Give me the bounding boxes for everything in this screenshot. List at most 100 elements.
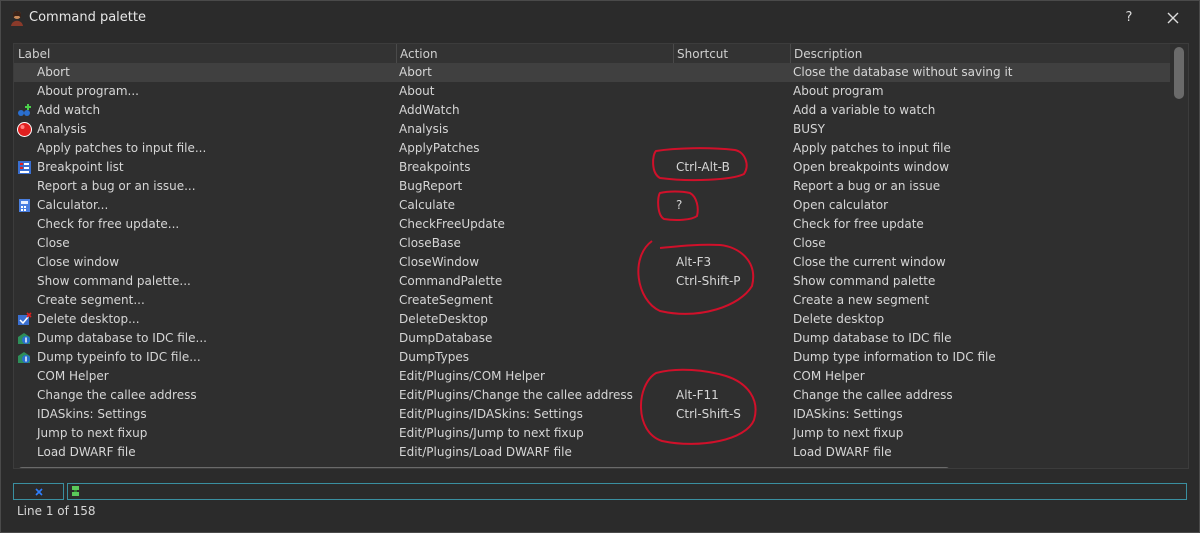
row-description: Open breakpoints window [793,160,950,174]
row-description: Check for free update [793,217,924,231]
clear-filter-button[interactable] [13,483,64,500]
row-description: Close the database without saving it [793,65,1013,79]
row-description: COM Helper [793,369,865,383]
row-action: Edit/Plugins/Jump to next fixup [399,426,584,440]
row-action: Calculate [399,198,456,212]
row-label: Report a bug or an issue... [37,179,196,193]
title-bar: Command palette ? [1,1,1199,35]
table-row[interactable]: IDASkins: Settings Edit/Plugins/IDASkins:… [14,405,1170,424]
table-row[interactable]: Dump database to IDC file... DumpDatabase… [14,329,1170,348]
dump-icon [17,331,32,346]
column-divider[interactable] [790,44,791,63]
row-action: DumpTypes [399,350,469,364]
row-action: CreateSegment [399,293,493,307]
table-row[interactable]: COM Helper Edit/Plugins/COM Helper COM Hel… [14,367,1170,386]
add-watch-icon [17,103,32,118]
row-description: About program [793,84,884,98]
status-line: Line 1 of 158 [17,504,96,518]
row-action: AddWatch [399,103,460,117]
row-label: Jump to next fixup [37,426,148,440]
table-row[interactable]: Add watch AddWatch Add a variable to watch [14,101,1170,120]
table-row[interactable]: Report a bug or an issue... BugReport Repo… [14,177,1170,196]
row-label: Abort [37,65,70,79]
command-table: Label Action Shortcut Description Abort A… [13,43,1189,469]
row-label: Change the callee address [37,388,197,402]
row-label: Analysis [37,122,87,136]
row-action: CloseWindow [399,255,480,269]
row-description: Report a bug or an issue [793,179,941,193]
table-row[interactable]: Create segment... CreateSegment Create a n… [14,291,1170,310]
row-label: Delete desktop... [37,312,140,326]
row-description: Change the callee address [793,388,953,402]
table-row[interactable]: Load DWARF file Edit/Plugins/Load DWARF f… [14,443,1170,462]
delete-desktop-icon [17,312,32,327]
table-row[interactable]: Change the callee address Edit/Plugins/Ch… [14,386,1170,405]
row-action: Breakpoints [399,160,471,174]
column-header-description[interactable]: Description [794,47,862,61]
row-action: Edit/Plugins/Change the callee address [399,388,633,402]
table-row[interactable]: Check for free update... CheckFreeUpdate C… [14,215,1170,234]
close-button[interactable] [1161,7,1185,29]
row-description: IDASkins: Settings [793,407,903,421]
red-circle-icon [17,122,32,137]
row-description: Close the current window [793,255,946,269]
row-shortcut: Ctrl-Alt-B [676,160,730,174]
app-logo-icon [11,11,23,26]
table-row[interactable]: Close window CloseWindow Alt-F3 Close the c… [14,253,1170,272]
row-label: Breakpoint list [37,160,124,174]
column-divider[interactable] [673,44,674,63]
row-action: Edit/Plugins/Load DWARF file [399,445,572,459]
row-description: Create a new segment [793,293,930,307]
table-row[interactable]: Analysis Analysis BUSY [14,120,1170,139]
row-description: Show command palette [793,274,936,288]
row-label: About program... [37,84,139,98]
row-label: Calculator... [37,198,109,212]
row-label: Show command palette... [37,274,191,288]
row-description: Load DWARF file [793,445,892,459]
filter-input[interactable] [67,483,1187,500]
table-row[interactable]: Calculator... Calculate? Open calculator [14,196,1170,215]
table-header: Label Action Shortcut Description [14,44,1170,64]
row-shortcut: Ctrl-Shift-S [676,407,741,421]
row-action: CheckFreeUpdate [399,217,505,231]
table-row[interactable]: About program... About About program [14,82,1170,101]
row-label: Close [37,236,70,250]
filter-icon [72,486,79,496]
table-row[interactable]: Apply patches to input file... ApplyPatch… [14,139,1170,158]
row-label: Add watch [37,103,101,117]
row-label: Close window [37,255,120,269]
row-action: Edit/Plugins/COM Helper [399,369,545,383]
calculator-icon [17,198,32,213]
row-description: BUSY [793,122,825,136]
row-label: Dump database to IDC file... [37,331,207,345]
column-header-action[interactable]: Action [400,47,438,61]
row-label: IDASkins: Settings [37,407,147,421]
row-description: Open calculator [793,198,889,212]
row-shortcut: Alt-F3 [676,255,712,269]
table-row[interactable]: Abort Abort Close the database without sav… [14,63,1170,82]
row-action: CommandPalette [399,274,503,288]
vertical-scroll-thumb[interactable] [1174,47,1184,99]
breakpoint-list-icon [17,160,32,175]
table-row[interactable]: Jump to next fixup Edit/Plugins/Jump to n… [14,424,1170,443]
table-row[interactable]: Close CloseBase Close [14,234,1170,253]
column-header-shortcut[interactable]: Shortcut [677,47,728,61]
close-icon [1167,12,1179,24]
horizontal-scroll-thumb[interactable] [18,467,950,468]
column-header-label[interactable]: Label [18,47,50,61]
table-row[interactable]: Breakpoint list Breakpoints Ctrl-Alt-B Open… [14,158,1170,177]
table-row[interactable]: Show command palette... CommandPalette Ctr… [14,272,1170,291]
row-label: Load DWARF file [37,445,136,459]
horizontal-scrollbar[interactable] [14,464,1170,468]
row-action: CloseBase [399,236,461,250]
table-row[interactable]: Dump typeinfo to IDC file... DumpTypes Dum… [14,348,1170,367]
vertical-scrollbar[interactable] [1171,44,1187,468]
row-description: Dump type information to IDC file [793,350,996,364]
command-palette-window: Command palette ? Label Action Shortcut … [0,0,1200,533]
row-label: Check for free update... [37,217,180,231]
help-button[interactable]: ? [1119,7,1139,29]
row-action: DumpDatabase [399,331,493,345]
row-description: Add a variable to watch [793,103,936,117]
table-row[interactable]: Delete desktop... DeleteDesktop Delete des… [14,310,1170,329]
column-divider[interactable] [396,44,397,63]
